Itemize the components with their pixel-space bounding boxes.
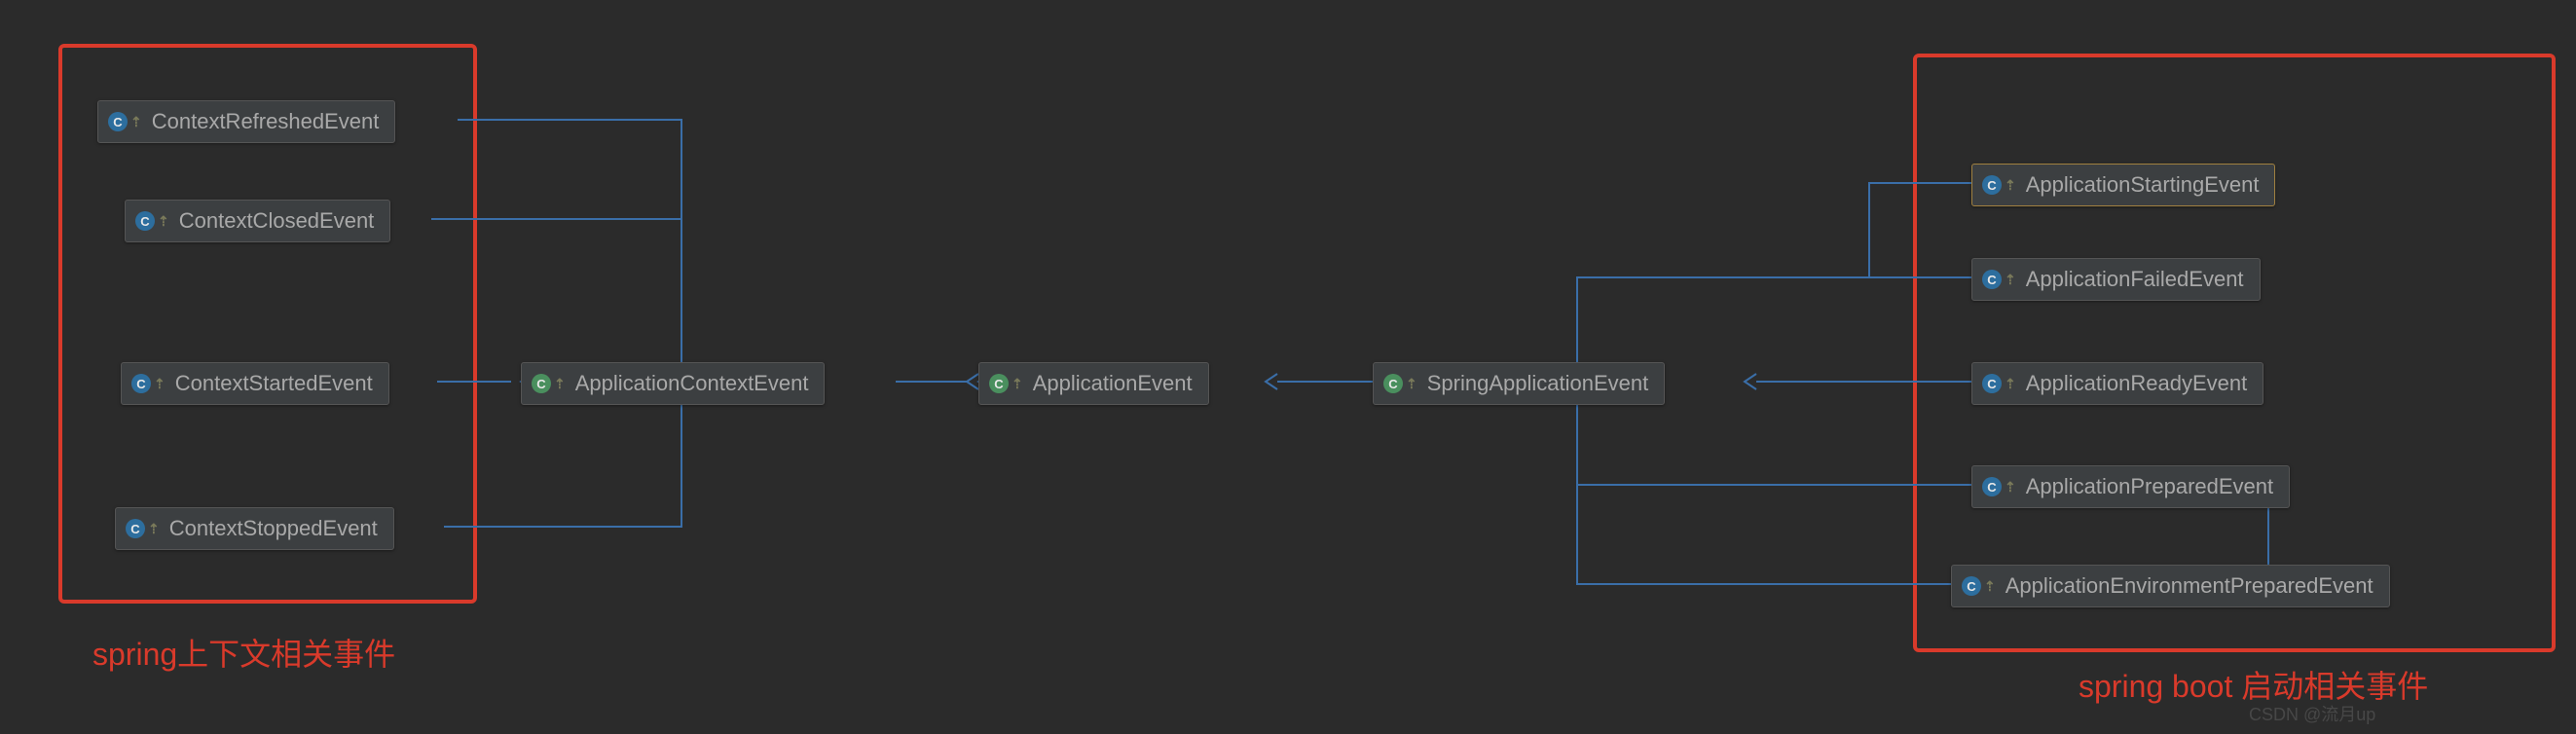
watermark: CSDN @流月up	[2249, 701, 2375, 726]
class-icon: C⇡	[108, 112, 142, 131]
class-icon: C⇡	[135, 211, 169, 231]
node-label: ApplicationEnvironmentPreparedEvent	[2006, 573, 2374, 599]
node-label: ApplicationFailedEvent	[2026, 267, 2244, 292]
node-context-stopped[interactable]: C⇡ ContextStoppedEvent	[115, 507, 394, 550]
group-left-label: spring上下文相关事件	[92, 630, 395, 675]
group-right-box	[1913, 54, 2556, 652]
node-label: ContextRefreshedEvent	[152, 109, 380, 134]
node-label: ApplicationReadyEvent	[2026, 371, 2247, 396]
node-context-closed[interactable]: C⇡ ContextClosedEvent	[125, 200, 390, 242]
node-application-prepared[interactable]: C⇡ ApplicationPreparedEvent	[1971, 465, 2290, 508]
node-context-refreshed[interactable]: C⇡ ContextRefreshedEvent	[97, 100, 395, 143]
node-application-env-prepared[interactable]: C⇡ ApplicationEnvironmentPreparedEvent	[1951, 565, 2390, 607]
node-application-failed[interactable]: C⇡ ApplicationFailedEvent	[1971, 258, 2261, 301]
node-label: ApplicationStartingEvent	[2026, 172, 2260, 198]
node-application-starting[interactable]: C⇡ ApplicationStartingEvent	[1971, 164, 2275, 206]
node-spring-application-event[interactable]: C⇡ SpringApplicationEvent	[1373, 362, 1665, 405]
node-label: ContextStartedEvent	[175, 371, 373, 396]
node-application-ready[interactable]: C⇡ ApplicationReadyEvent	[1971, 362, 2263, 405]
node-label: ApplicationContextEvent	[575, 371, 809, 396]
node-context-started[interactable]: C⇡ ContextStartedEvent	[121, 362, 389, 405]
abstract-class-icon: C⇡	[1383, 374, 1417, 393]
class-icon: C⇡	[1982, 477, 2016, 496]
node-label: ContextStoppedEvent	[169, 516, 378, 541]
class-icon: C⇡	[1962, 576, 1996, 596]
diagram-canvas: spring上下文相关事件 spring boot 启动相关事件	[0, 0, 2576, 734]
class-icon: C⇡	[1982, 374, 2016, 393]
node-label: ContextClosedEvent	[179, 208, 375, 234]
node-label: SpringApplicationEvent	[1427, 371, 1648, 396]
class-icon: C⇡	[131, 374, 166, 393]
abstract-class-icon: C⇡	[989, 374, 1023, 393]
node-application-context-event[interactable]: C⇡ ApplicationContextEvent	[521, 362, 825, 405]
class-icon: C⇡	[1982, 270, 2016, 289]
node-label: ApplicationPreparedEvent	[2026, 474, 2273, 499]
node-label: ApplicationEvent	[1033, 371, 1193, 396]
class-icon: C⇡	[1982, 175, 2016, 195]
node-application-event[interactable]: C⇡ ApplicationEvent	[978, 362, 1209, 405]
class-icon: C⇡	[126, 519, 160, 538]
abstract-class-icon: C⇡	[532, 374, 566, 393]
